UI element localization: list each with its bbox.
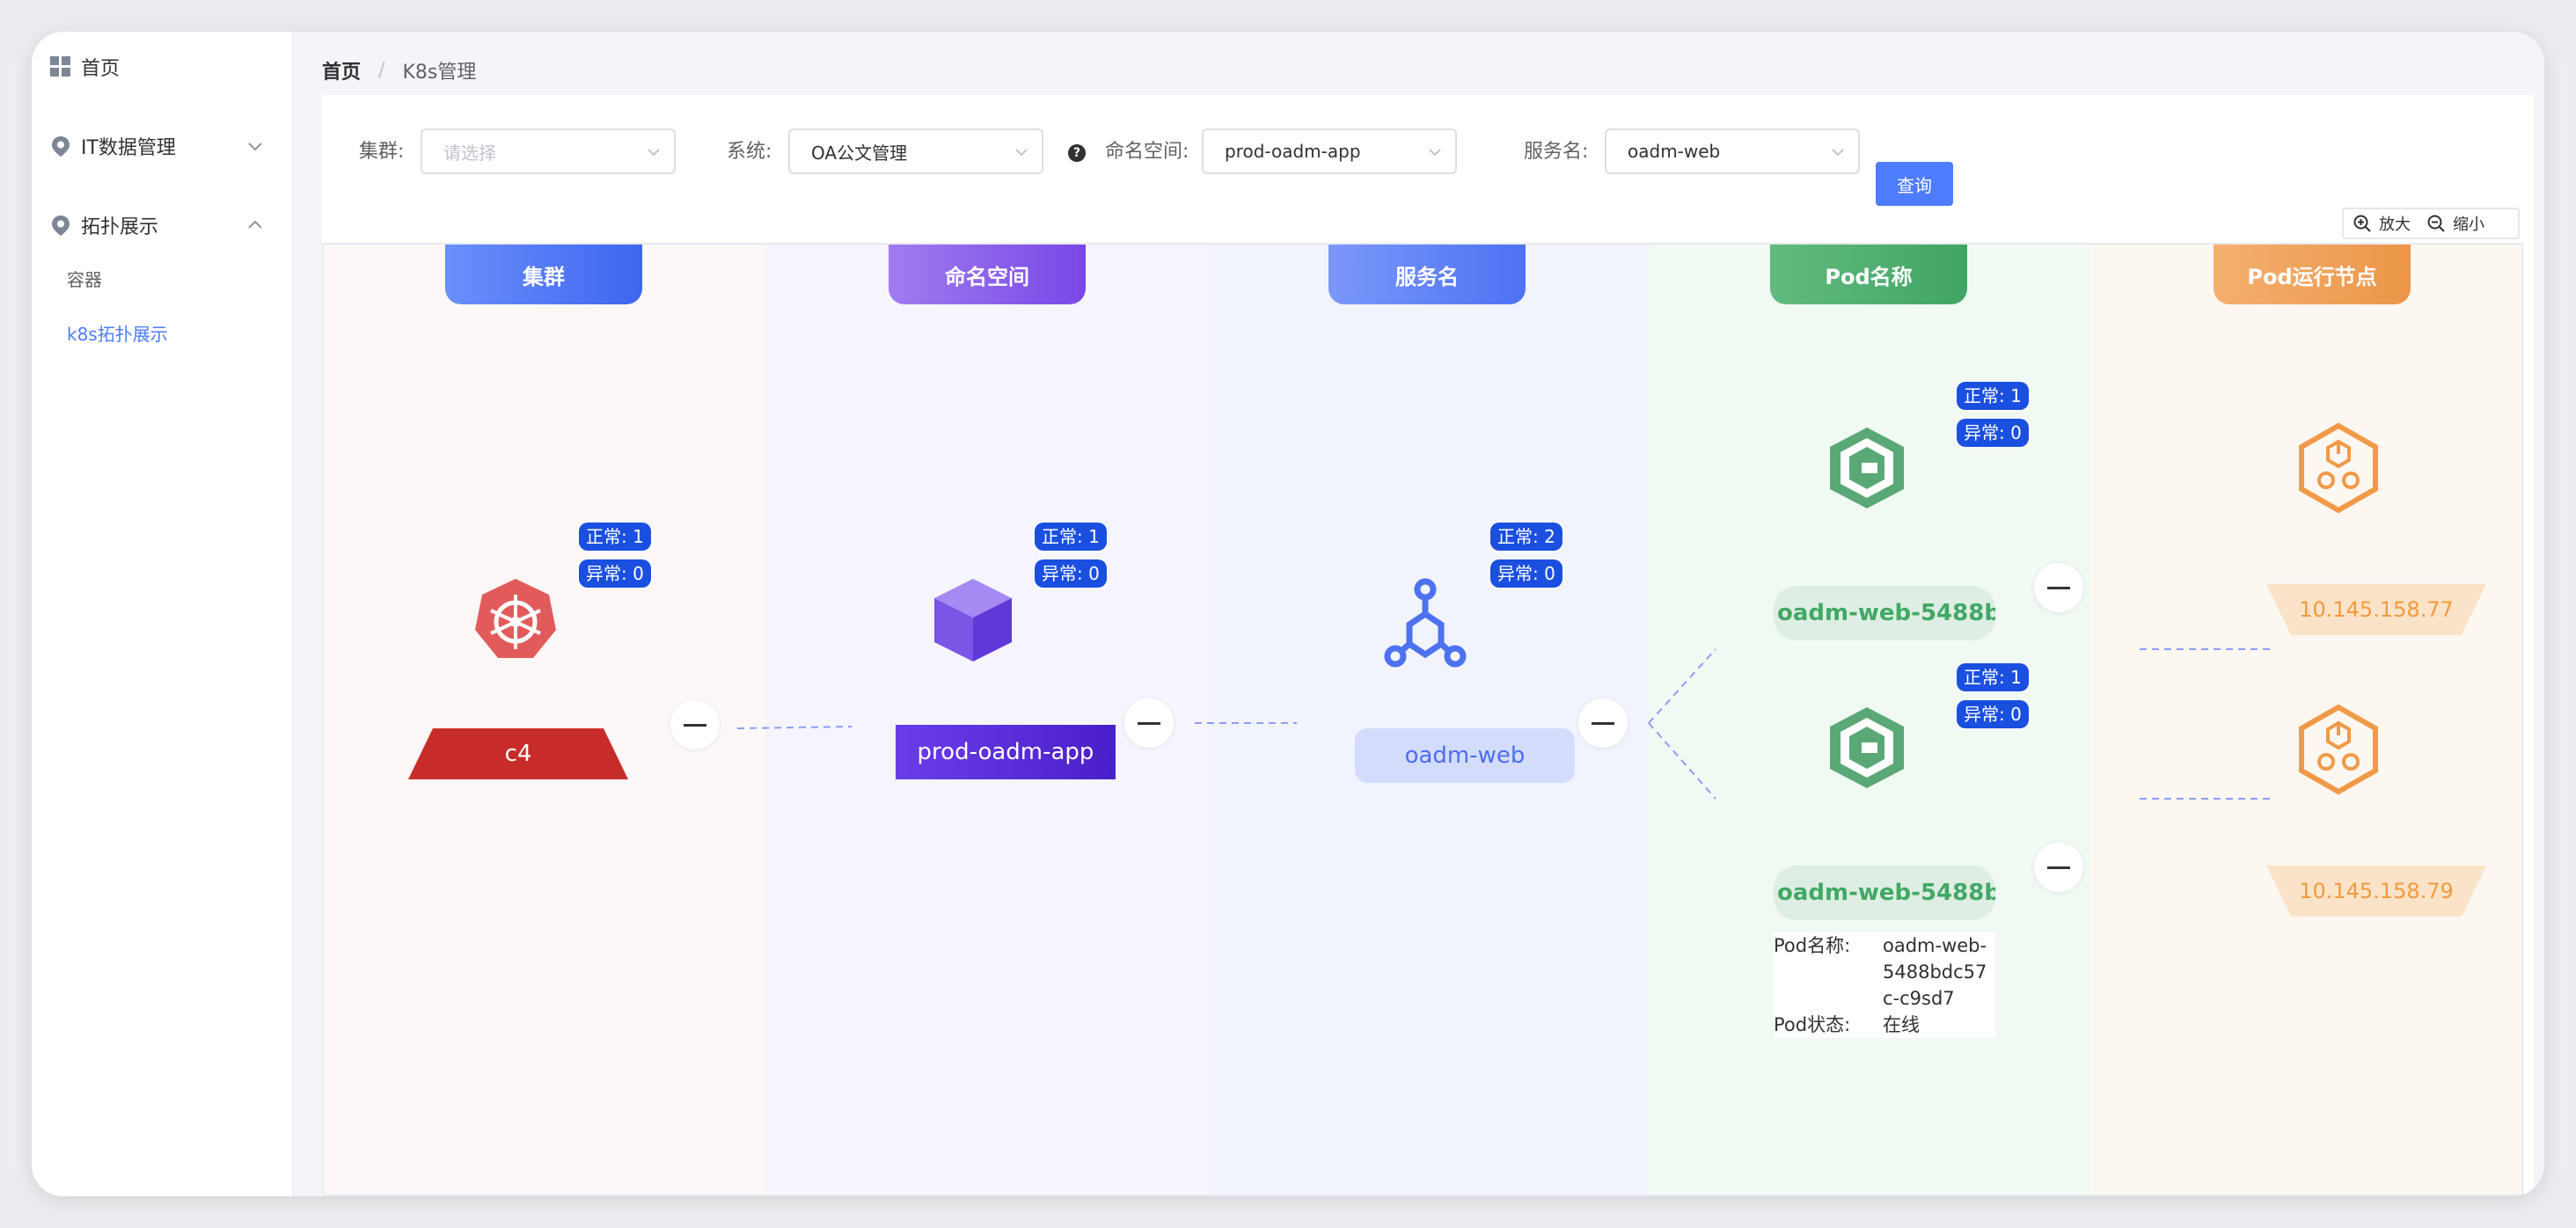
namespace-select[interactable]: prod-oadm-app xyxy=(1202,128,1457,174)
system-label: 系统: xyxy=(727,141,772,163)
tooltip-name-key: Pod名称: xyxy=(1774,935,1851,956)
pod1-abnormal-badge: 异常: 0 xyxy=(1957,419,2029,447)
sidebar-item-label: IT数据管理 xyxy=(81,137,176,159)
namespace-select-value: prod-oadm-app xyxy=(1225,141,1361,162)
collapse-icon xyxy=(2047,866,2070,869)
zoom-out-button[interactable]: 缩小 xyxy=(2426,212,2485,235)
kubernetes-icon xyxy=(475,579,556,658)
sidebar-item-it-data[interactable]: IT数据管理 xyxy=(32,111,292,181)
chevron-up-icon xyxy=(248,220,262,229)
help-icon[interactable]: ? xyxy=(1068,144,1086,162)
node2-ip-label[interactable]: 10.145.158.79 xyxy=(2266,866,2486,917)
tooltip-status-key: Pod状态: xyxy=(1774,1014,1851,1035)
sidebar-subitem-k8s-topology[interactable]: k8s拓扑展示 xyxy=(67,320,168,346)
cluster-normal-badge: 正常: 1 xyxy=(579,523,651,551)
sidebar: 首页 IT数据管理 拓扑展示 容器 k8s拓扑展示 xyxy=(32,32,294,1196)
sidebar-item-home[interactable]: 首页 xyxy=(32,32,292,102)
pod-icon xyxy=(1830,707,1904,788)
namespace-collapse-toggle[interactable] xyxy=(1124,698,1174,748)
edge-service-pod2 xyxy=(1648,722,1716,800)
pod1-collapse-toggle[interactable] xyxy=(2034,563,2083,612)
app-window: 首页 IT数据管理 拓扑展示 容器 k8s拓扑展示 首页 / K8s管理 集群:… xyxy=(32,32,2544,1196)
breadcrumb-separator: / xyxy=(378,59,385,82)
pod-icon xyxy=(1830,428,1904,508)
zoom-in-label: 放大 xyxy=(2379,216,2411,234)
grid-icon xyxy=(50,56,70,77)
service-network-icon xyxy=(1384,578,1467,668)
zoom-controls: 放大 缩小 xyxy=(2342,208,2520,239)
sidebar-item-label: 首页 xyxy=(81,58,121,80)
cluster-select[interactable]: 请选择 xyxy=(421,128,676,174)
zoom-out-icon xyxy=(2427,215,2445,232)
cluster-node-label[interactable]: c4 xyxy=(408,728,628,779)
zoom-in-button[interactable]: 放大 xyxy=(2353,212,2411,235)
pod2-abnormal-badge: 异常: 0 xyxy=(1957,700,2029,728)
service-label: 服务名: xyxy=(1524,141,1589,163)
server-node-icon xyxy=(2299,704,2378,795)
breadcrumb: 首页 / K8s管理 xyxy=(322,44,476,97)
collapse-icon xyxy=(2047,586,2070,589)
server-node-icon xyxy=(2299,422,2378,514)
location-pin-icon xyxy=(52,216,70,236)
chevron-down-icon xyxy=(648,149,660,157)
tooltip-row-name: Pod名称: oadm-web-5488bdc57c-c9sd7 xyxy=(1774,932,1995,1012)
breadcrumb-current: K8s管理 xyxy=(402,62,477,84)
sidebar-item-topology[interactable]: 拓扑展示 xyxy=(32,190,292,260)
pod-tooltip: Pod名称: oadm-web-5488bdc57c-c9sd7 Pod状态: … xyxy=(1774,932,1995,1038)
service-select-value: oadm-web xyxy=(1628,141,1721,162)
edge-service-pod1 xyxy=(1648,648,1716,724)
filter-bar: 集群: 请选择 系统: OA公文管理 ? 命名空间: prod-oadm-app… xyxy=(322,95,2534,209)
cluster-abnormal-badge: 异常: 0 xyxy=(579,559,651,588)
chevron-down-icon xyxy=(1429,149,1441,157)
namespace-normal-badge: 正常: 1 xyxy=(1035,523,1107,551)
collapse-icon xyxy=(1592,721,1614,725)
pod2-normal-badge: 正常: 1 xyxy=(1957,663,2029,691)
pod1-normal-badge: 正常: 1 xyxy=(1957,382,2029,410)
query-button[interactable]: 查询 xyxy=(1876,162,1953,206)
collapse-icon xyxy=(1138,721,1160,725)
node1-ip-label[interactable]: 10.145.158.77 xyxy=(2266,584,2486,635)
cluster-label: 集群: xyxy=(359,141,405,163)
chevron-down-icon xyxy=(1015,149,1028,157)
zoom-out-label: 缩小 xyxy=(2453,216,2485,234)
topology-edges xyxy=(736,648,2270,800)
namespace-label: 命名空间: xyxy=(1105,141,1189,163)
topology-canvas[interactable]: 集群 命名空间 服务名 Pod名称 Pod运行节点 正常: 1 异常: 0 c4… xyxy=(322,243,2523,1196)
location-pin-icon xyxy=(52,136,70,157)
chevron-down-icon xyxy=(1832,149,1844,157)
cluster-select-placeholder: 请选择 xyxy=(443,142,496,164)
pod2-node-label[interactable]: oadm-web-5488bd.. xyxy=(1774,866,1995,920)
edge-cluster-namespace xyxy=(736,726,853,729)
service-collapse-toggle[interactable] xyxy=(1578,698,1628,748)
main-content: 集群: 请选择 系统: OA公文管理 ? 命名空间: prod-oadm-app… xyxy=(322,95,2534,1196)
sidebar-subitem-container[interactable]: 容器 xyxy=(67,266,102,291)
service-select[interactable]: oadm-web xyxy=(1605,128,1860,174)
chevron-down-icon xyxy=(248,143,262,151)
cube-icon xyxy=(934,579,1012,662)
zoom-in-icon xyxy=(2353,215,2371,232)
tooltip-name-value: oadm-web-5488bdc57c-c9sd7 xyxy=(1883,935,1987,1009)
namespace-abnormal-badge: 异常: 0 xyxy=(1035,559,1107,588)
system-select-value: OA公文管理 xyxy=(811,142,908,164)
cluster-collapse-toggle[interactable] xyxy=(670,700,720,749)
service-abnormal-badge: 异常: 0 xyxy=(1490,559,1562,588)
sidebar-item-label: 拓扑展示 xyxy=(81,216,159,238)
namespace-node-label[interactable]: prod-oadm-app xyxy=(896,725,1116,779)
service-node-label[interactable]: oadm-web xyxy=(1355,728,1575,783)
collapse-icon xyxy=(684,723,706,727)
system-select[interactable]: OA公文管理 xyxy=(788,128,1043,174)
pod1-node-label[interactable]: oadm-web-5488bd.. xyxy=(1774,586,1995,640)
pod2-collapse-toggle[interactable] xyxy=(2034,843,2083,892)
tooltip-status-value: 在线 xyxy=(1883,1014,1920,1035)
breadcrumb-home[interactable]: 首页 xyxy=(322,56,361,84)
tooltip-row-status: Pod状态: 在线 xyxy=(1774,1012,1995,1038)
service-normal-badge: 正常: 2 xyxy=(1490,523,1562,551)
